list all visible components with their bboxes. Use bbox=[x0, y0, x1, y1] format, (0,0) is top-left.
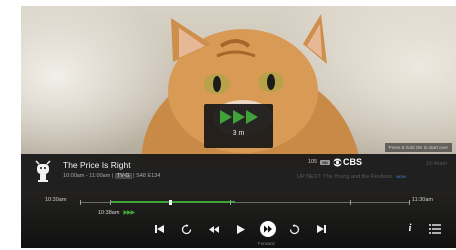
play-icon bbox=[236, 224, 245, 234]
active-control-label: Forward bbox=[258, 241, 275, 246]
network-name: CBS bbox=[342, 157, 362, 167]
up-next: UP NEXT: The Young and the Restless NEW bbox=[297, 174, 406, 180]
skip-back-button[interactable] bbox=[146, 219, 173, 239]
info-button[interactable]: i bbox=[403, 222, 417, 236]
playback-bar: 10:30am 11:30am 10:38am ▶▶▶ Forward i bbox=[21, 191, 456, 248]
timeline-tick bbox=[350, 200, 351, 205]
play-button[interactable] bbox=[227, 219, 254, 239]
timeline-tick bbox=[80, 200, 81, 205]
timeline-tick bbox=[409, 200, 410, 205]
skip-indicator: 3 m bbox=[204, 104, 273, 148]
network-logo: CBS bbox=[333, 157, 362, 167]
timeline-tick bbox=[230, 200, 231, 205]
skip-forward-button[interactable] bbox=[308, 219, 335, 239]
fast-forward-indicator-icon: ▶▶▶ bbox=[123, 210, 135, 216]
skip-forward-icon bbox=[317, 225, 326, 233]
program-meta: 10:00am - 11:00am | TV-G | S48 E134 bbox=[63, 173, 160, 179]
timeline-tick bbox=[110, 200, 111, 205]
rating-badge: TV-G bbox=[114, 173, 132, 179]
replay-icon bbox=[181, 223, 192, 234]
menu-icon[interactable] bbox=[429, 224, 441, 234]
replay-button[interactable] bbox=[173, 219, 200, 239]
rewind-button[interactable] bbox=[200, 219, 227, 239]
rewind-icon bbox=[208, 225, 219, 233]
tv-screen: 3 m Press & hold OK to start over The Pr… bbox=[21, 6, 456, 248]
cbs-eye-icon bbox=[333, 158, 342, 166]
channel-number: 105 bbox=[308, 159, 318, 165]
fast-forward-icon bbox=[259, 221, 276, 237]
info-icon: i bbox=[408, 223, 412, 234]
transport-controls bbox=[146, 219, 335, 239]
program-time-range: 10:00am - 11:00am bbox=[63, 173, 111, 179]
timeline-progress bbox=[110, 201, 235, 203]
program-title: The Price Is Right bbox=[63, 160, 131, 170]
timeline-end-time: 11:30am bbox=[412, 197, 433, 203]
current-time: 10:38am ▶▶▶ bbox=[98, 209, 135, 217]
timeline-start-time: 10:30am bbox=[45, 197, 67, 203]
fast-forward-icon bbox=[220, 110, 258, 124]
current-time-label: 10:38am bbox=[98, 209, 120, 216]
playhead[interactable] bbox=[169, 200, 172, 205]
hd-badge: HD bbox=[320, 159, 330, 165]
up-next-label: UP NEXT: The Young and the Restless bbox=[297, 174, 392, 180]
fast-forward-button[interactable] bbox=[254, 219, 281, 239]
timeline-track[interactable] bbox=[80, 200, 410, 205]
advance-button[interactable] bbox=[281, 219, 308, 239]
start-over-hint: Press & hold OK to start over bbox=[384, 143, 452, 152]
channel-info: 105 HD CBS bbox=[308, 157, 362, 167]
episode-number: S48 E134 bbox=[136, 173, 161, 179]
tivo-logo-icon bbox=[35, 160, 51, 182]
program-info-bar: The Price Is Right 10:00am - 11:00am | T… bbox=[21, 154, 456, 191]
new-badge: NEW bbox=[396, 174, 406, 179]
advance-icon bbox=[289, 223, 300, 234]
skip-back-icon bbox=[155, 225, 164, 233]
skip-amount: 3 m bbox=[232, 130, 245, 137]
clock: 10:44am bbox=[425, 161, 447, 167]
video-frame: 3 m Press & hold OK to start over bbox=[21, 6, 456, 166]
